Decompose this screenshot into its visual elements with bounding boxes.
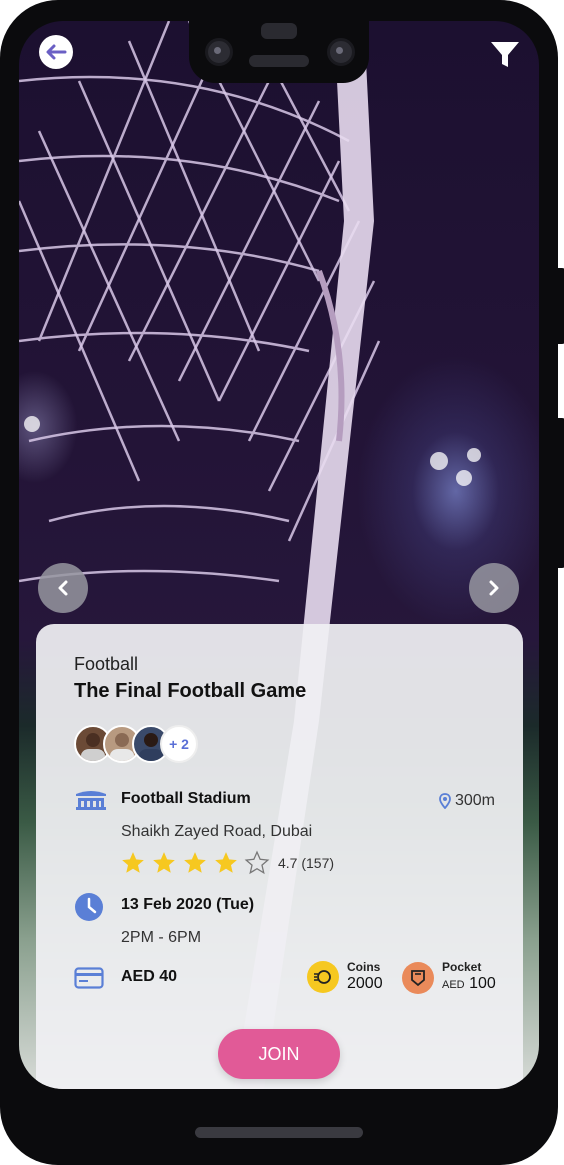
rating-stars: 4.7 (157) — [119, 850, 334, 876]
location-pin-icon — [439, 793, 451, 809]
star-empty-icon — [244, 850, 270, 875]
volume-button — [558, 418, 564, 568]
event-time: 2PM - 6PM — [121, 929, 202, 946]
join-button[interactable]: JOIN — [218, 1029, 340, 1079]
earpiece-speaker — [249, 55, 309, 67]
star-filled-icon — [215, 852, 237, 873]
event-card: Football The Final Football Game + 2 Foo… — [36, 624, 523, 1089]
sensor — [261, 23, 297, 39]
event-date: 13 Feb 2020 (Tue) — [121, 896, 255, 913]
event-title: The Final Football Game — [74, 680, 307, 702]
participants-avatars[interactable]: + 2 — [74, 725, 214, 763]
pocket-label: Pocket — [442, 960, 482, 974]
screen: Football The Final Football Game + 2 Foo… — [19, 21, 539, 1089]
venue-distance: 300m — [439, 792, 495, 810]
power-button — [558, 268, 564, 344]
coins-balance: Coins 2000 — [307, 960, 383, 994]
chevron-left-icon — [58, 580, 68, 596]
venue-name[interactable]: Football Stadium — [121, 790, 251, 808]
pocket-icon — [402, 961, 434, 994]
rating-text: 4.7 (157) — [278, 855, 335, 871]
star-filled-icon — [153, 852, 175, 873]
arrow-left-icon — [46, 44, 67, 60]
star-filled-icon — [184, 852, 206, 873]
front-camera-left — [205, 38, 233, 66]
filter-icon[interactable] — [489, 39, 521, 71]
clock-icon — [75, 893, 103, 921]
credit-card-icon — [74, 967, 104, 989]
next-button[interactable] — [469, 563, 519, 613]
previous-button[interactable] — [38, 563, 88, 613]
venue-address: Shaikh Zayed Road, Dubai — [121, 823, 313, 840]
coins-icon — [307, 961, 339, 993]
front-camera-right — [327, 38, 355, 66]
coins-label: Coins — [347, 960, 381, 974]
stadium-icon — [76, 791, 106, 810]
pocket-balance: Pocket AED 100 — [402, 960, 496, 995]
pocket-unit: AED — [442, 979, 465, 991]
home-indicator — [195, 1127, 363, 1138]
phone-frame: Football The Final Football Game + 2 Foo… — [0, 0, 564, 1165]
chevron-right-icon — [489, 580, 499, 596]
distance-text: 300m — [454, 792, 495, 809]
coins-value: 2000 — [347, 975, 383, 992]
star-filled-icon — [122, 852, 144, 873]
more-participants-badge[interactable]: + 2 — [160, 725, 198, 763]
pocket-value: 100 — [469, 975, 496, 992]
event-price: AED 40 — [121, 968, 178, 985]
event-category: Football — [74, 654, 139, 674]
back-button[interactable] — [39, 35, 73, 69]
camera-notch — [189, 21, 369, 83]
